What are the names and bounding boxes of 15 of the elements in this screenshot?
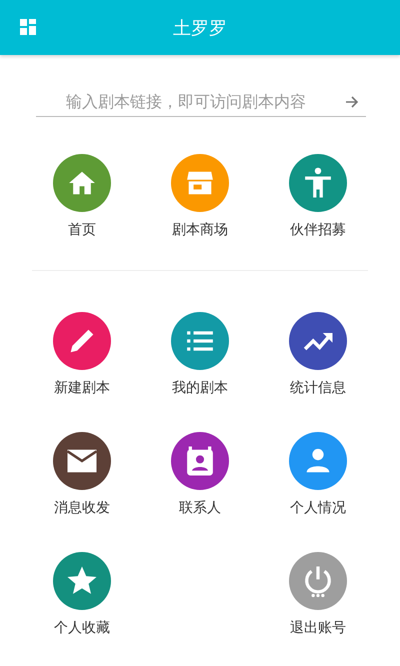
- menu-tile[interactable]: 我的剧本: [141, 312, 259, 398]
- menu-tile[interactable]: 首页: [23, 154, 141, 240]
- menu-tile[interactable]: 伙伴招募: [259, 154, 377, 240]
- arrow-right-icon[interactable]: [344, 94, 360, 110]
- link-input-field[interactable]: 输入剧本链接，即可访问剧本内容: [36, 87, 366, 117]
- dashboard-icon[interactable]: [20, 19, 36, 35]
- menu-tile[interactable]: 联系人: [141, 432, 259, 518]
- menu-tile[interactable]: 新建剧本: [23, 312, 141, 398]
- menu-tile[interactable]: 个人收藏: [23, 552, 141, 638]
- menu-tile[interactable]: 退出账号: [259, 552, 377, 638]
- menu-tile[interactable]: 个人情况: [259, 432, 377, 518]
- app-title: 土罗罗: [173, 16, 227, 40]
- menu-tile[interactable]: 剧本商场: [141, 154, 259, 240]
- menu-tile[interactable]: 消息收发: [23, 432, 141, 518]
- menu-tile[interactable]: 统计信息: [259, 312, 377, 398]
